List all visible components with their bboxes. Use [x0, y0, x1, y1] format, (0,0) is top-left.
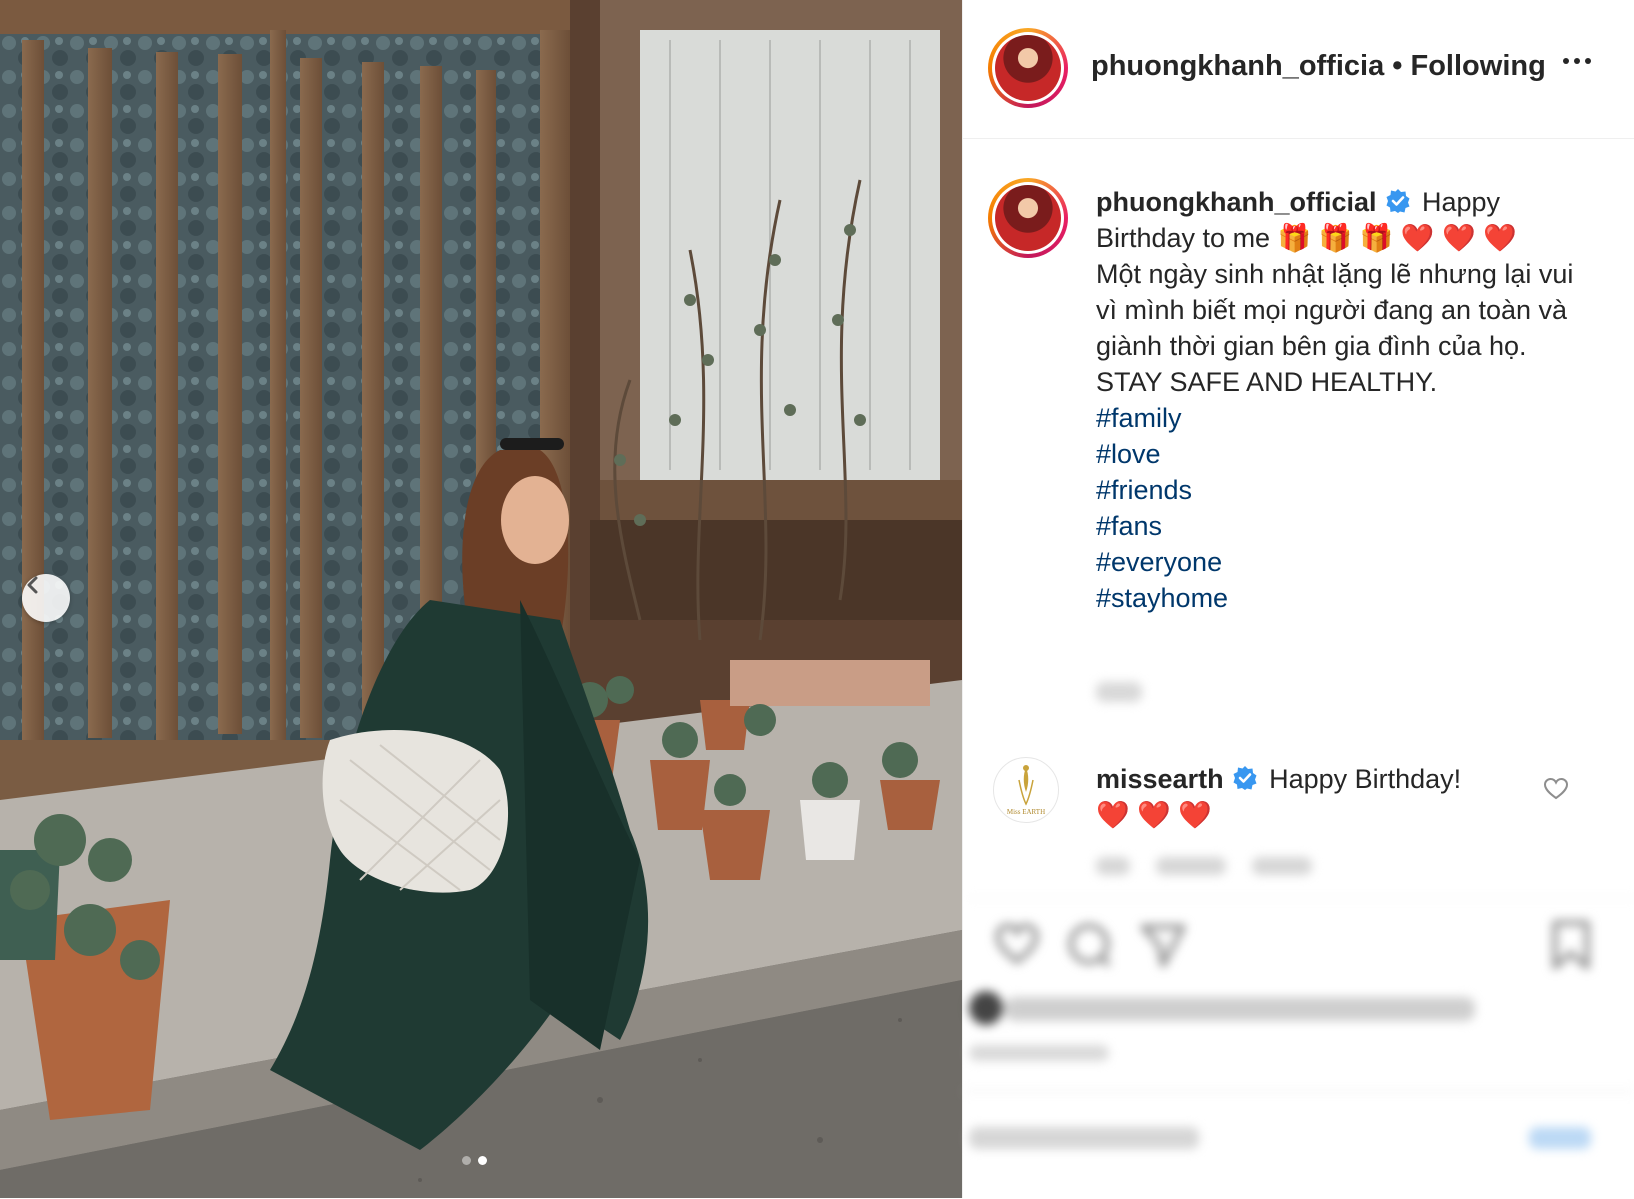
hashtag-link[interactable]: #fans [1096, 508, 1576, 544]
more-options-icon[interactable] [1563, 58, 1591, 64]
hashtag-link[interactable]: #love [1096, 436, 1576, 472]
carousel-indicator [462, 1156, 487, 1165]
post-actions-blurred [963, 898, 1634, 1199]
save-bookmark-icon[interactable] [1549, 919, 1593, 971]
chevron-left-icon [27, 576, 38, 594]
post-photo [0, 0, 962, 1198]
comment-avatar[interactable]: Miss EARTH [993, 757, 1059, 823]
hashtag-link[interactable]: #stayhome [1096, 580, 1576, 616]
header-avatar[interactable] [988, 28, 1068, 108]
verified-badge-icon [1233, 766, 1257, 790]
following-button[interactable]: Following [1411, 50, 1546, 82]
caption-text: phuongkhanh_official Happy Birthday to m… [1096, 184, 1576, 616]
post-header: phuongkhanh_officia • Following [963, 0, 1634, 139]
carousel-prev-button[interactable] [22, 574, 70, 622]
comment-text: missearth Happy Birthday! ❤️ ❤️ ❤️ [1096, 761, 1516, 833]
post-date-blurred [969, 1045, 1109, 1061]
avatar-label: Miss EARTH [1007, 808, 1045, 816]
likes-count-blurred[interactable] [1005, 997, 1475, 1021]
hashtag-link[interactable]: #family [1096, 400, 1576, 436]
post-photo-illustration [0, 0, 962, 1198]
like-heart-icon[interactable] [993, 921, 1041, 967]
caption-line: STAY SAFE AND HEALTHY. [1096, 367, 1438, 397]
caption-username[interactable]: phuongkhanh_official [1096, 187, 1377, 217]
caption-timestamp-blurred [1096, 682, 1142, 702]
comment-username[interactable]: missearth [1096, 764, 1224, 794]
header-user-line: phuongkhanh_officia • Following [1091, 50, 1546, 83]
post-details-panel: phuongkhanh_officia • Following phuongkh… [962, 0, 1634, 1198]
liker-avatar [969, 991, 1003, 1025]
comment-body: Happy Birthday! [1261, 764, 1462, 794]
comment-item: Miss EARTH missearth Happy Birthday! ❤️ … [963, 757, 1634, 897]
hashtag-link[interactable]: #everyone [1096, 544, 1576, 580]
carousel-dot [462, 1156, 471, 1165]
carousel-dot-active [478, 1156, 487, 1165]
header-separator: • [1392, 50, 1403, 82]
share-send-icon[interactable] [1139, 921, 1187, 969]
verified-badge-icon [1386, 189, 1409, 213]
avatar-image [995, 35, 1061, 101]
miss-earth-logo-icon: Miss EARTH [1007, 765, 1045, 816]
add-comment-input-blurred[interactable] [969, 1127, 1199, 1149]
comment-bubble-icon[interactable] [1065, 921, 1113, 969]
hashtag-link[interactable]: #friends [1096, 472, 1576, 508]
post-comment-button-blurred[interactable] [1529, 1127, 1591, 1149]
comment-meta-blurred [1096, 857, 1312, 875]
divider [963, 1091, 1634, 1092]
comment-hearts: ❤️ ❤️ ❤️ [1096, 800, 1212, 830]
caption-avatar[interactable] [988, 178, 1068, 258]
caption-line: Một ngày sinh nhật lặng lẽ nhưng lại vui… [1096, 259, 1574, 361]
header-username[interactable]: phuongkhanh_officia [1091, 50, 1384, 82]
like-comment-heart-icon[interactable] [1543, 777, 1569, 801]
avatar-image [995, 185, 1061, 251]
